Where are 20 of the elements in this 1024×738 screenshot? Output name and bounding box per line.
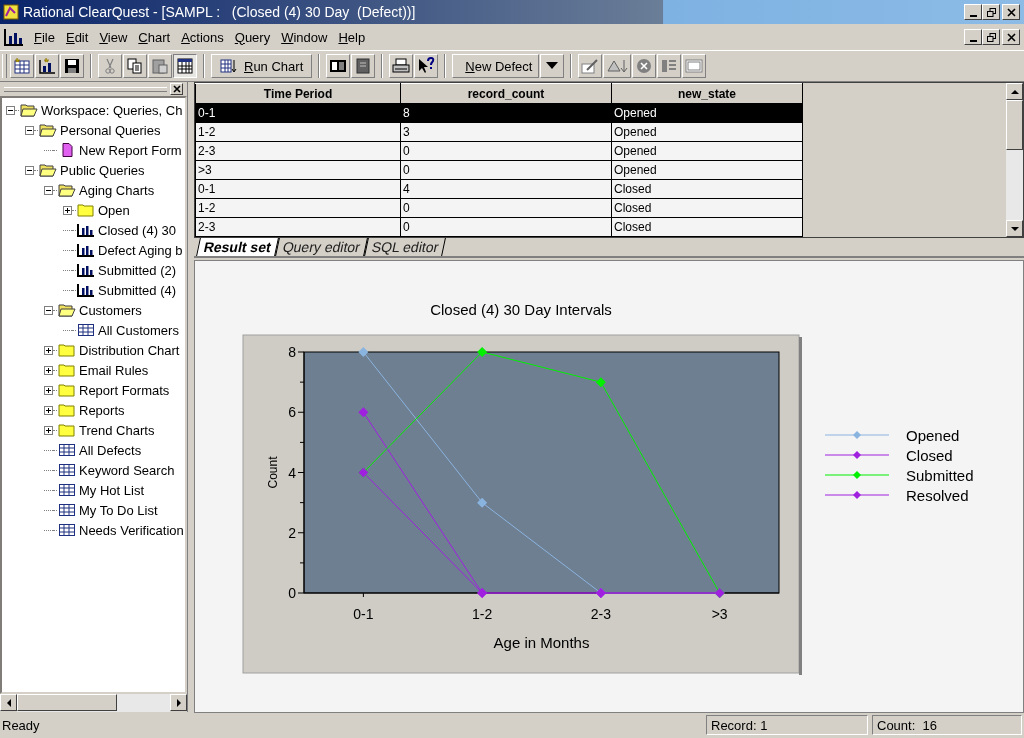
x-axis-label: Age in Months <box>493 634 590 651</box>
legend-label: Resolved <box>906 487 969 504</box>
x-tick-label: 0-1 <box>353 606 374 622</box>
count-indicator: Count: 16 <box>872 715 1022 735</box>
window-title: Rational ClearQuest - [SAMPL : (Closed (4) 30 Day (Defect))] <box>23 4 416 20</box>
y-tick-label: 2 <box>288 524 296 541</box>
x-tick-label: 2-3 <box>590 606 611 622</box>
x-tick-label: 1-2 <box>472 606 493 622</box>
record-indicator: Record: 1 <box>706 715 868 735</box>
y-tick-label: 8 <box>288 344 296 360</box>
chart-title: Closed (4) 30 Day Intervals <box>430 301 612 318</box>
status-message: Ready <box>2 717 41 733</box>
legend-label: Closed <box>906 447 953 464</box>
x-tick-label: >3 <box>711 606 728 622</box>
y-tick-label: 6 <box>288 404 296 421</box>
y-axis-label: Count <box>266 456 280 489</box>
y-tick-label: 4 <box>288 464 296 481</box>
legend-label: Opened <box>906 427 960 444</box>
legend-label: Submitted <box>906 467 974 484</box>
y-tick-label: 0 <box>288 585 296 601</box>
